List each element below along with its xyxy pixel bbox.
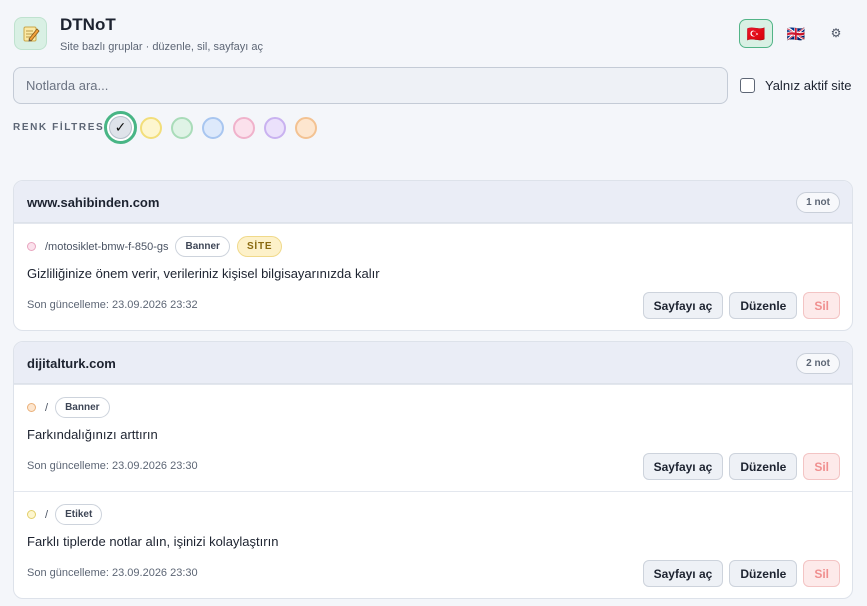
delete-button[interactable]: Sil (803, 453, 840, 480)
note-count-badge: 2 not (796, 353, 840, 374)
note-type-tag: Banner (175, 236, 230, 257)
note-type-tag: Banner (55, 397, 110, 418)
check-icon: ✓ (114, 119, 127, 135)
color-swatch-blue[interactable] (202, 117, 224, 139)
note-text: Farklı tiplerde notlar alın, işinizi kol… (27, 534, 279, 549)
active-only-label: Yalnız aktif site (765, 78, 852, 93)
language-turkish-button[interactable]: 🇹🇷 (739, 19, 773, 48)
color-swatch-orange[interactable] (295, 117, 317, 139)
note-updated: Son güncelleme: 23.09.2026 23:30 (27, 460, 198, 472)
note-text: Farkındalığınızı arttırın (27, 427, 158, 442)
note-updated: Son güncelleme: 23.09.2026 23:32 (27, 299, 198, 311)
note-path: /motosiklet-bmw-f-850-gs (45, 240, 169, 253)
color-swatch-purple[interactable] (264, 117, 286, 139)
note-item: /motosiklet-bmw-f-850-gs Banner SİTE Giz… (14, 223, 852, 330)
note-type-tag: Etiket (55, 504, 103, 525)
color-swatch-green[interactable] (171, 117, 193, 139)
edit-button[interactable]: Düzenle (729, 560, 798, 587)
open-page-button[interactable]: Sayfayı aç (642, 560, 724, 587)
site-group-card: www.sahibinden.com 1 not /motosiklet-bmw… (13, 180, 853, 331)
delete-button[interactable]: Sil (803, 292, 840, 319)
delete-button[interactable]: Sil (803, 560, 840, 587)
note-path: / (45, 401, 49, 414)
note-color-dot (27, 510, 36, 519)
edit-button[interactable]: Düzenle (729, 453, 798, 480)
note-text: Gizliliğinize önem verir, verileriniz ki… (27, 266, 380, 281)
app-subtitle: Site bazlı gruplar · düzenle, sil, sayfa… (60, 41, 263, 53)
note-updated: Son güncelleme: 23.09.2026 23:30 (27, 567, 198, 579)
active-only-toggle[interactable]: Yalnız aktif site (740, 78, 851, 93)
uk-flag-icon: 🇬🇧 (786, 25, 806, 43)
site-domain: www.sahibinden.com (27, 195, 160, 210)
active-only-checkbox[interactable] (740, 78, 755, 93)
edit-button[interactable]: Düzenle (729, 292, 798, 319)
note-scope-tag: SİTE (236, 236, 283, 257)
language-english-button[interactable]: 🇬🇧 (779, 19, 813, 48)
color-swatch-all[interactable]: ✓ (104, 111, 137, 144)
app-header: DTNoT Site bazlı gruplar · düzenle, sil,… (14, 15, 853, 55)
site-group-header: dijitalturk.com 2 not (14, 342, 852, 384)
site-group-card: dijitalturk.com 2 not / Banner Farkındal… (13, 341, 853, 599)
note-item: / Banner Farkındalığınızı arttırın Son g… (14, 384, 852, 491)
color-swatch-yellow[interactable] (140, 117, 162, 139)
app-title: DTNoT (60, 15, 116, 34)
note-count-badge: 1 not (796, 192, 840, 213)
notepad-icon (14, 17, 47, 50)
color-filter-label: RENK FİLTRESİ (13, 122, 109, 133)
gear-icon[interactable]: ⚙ (828, 25, 844, 41)
note-item: / Etiket Farklı tiplerde notlar alın, iş… (14, 491, 852, 598)
color-swatch-pink[interactable] (233, 117, 255, 139)
site-group-header: www.sahibinden.com 1 not (14, 181, 852, 223)
note-color-dot (27, 242, 36, 251)
search-input[interactable] (13, 67, 728, 104)
turkey-flag-icon: 🇹🇷 (746, 25, 766, 43)
note-path: / (45, 508, 49, 521)
note-color-dot (27, 403, 36, 412)
site-domain: dijitalturk.com (27, 356, 116, 371)
open-page-button[interactable]: Sayfayı aç (642, 292, 724, 319)
open-page-button[interactable]: Sayfayı aç (642, 453, 724, 480)
